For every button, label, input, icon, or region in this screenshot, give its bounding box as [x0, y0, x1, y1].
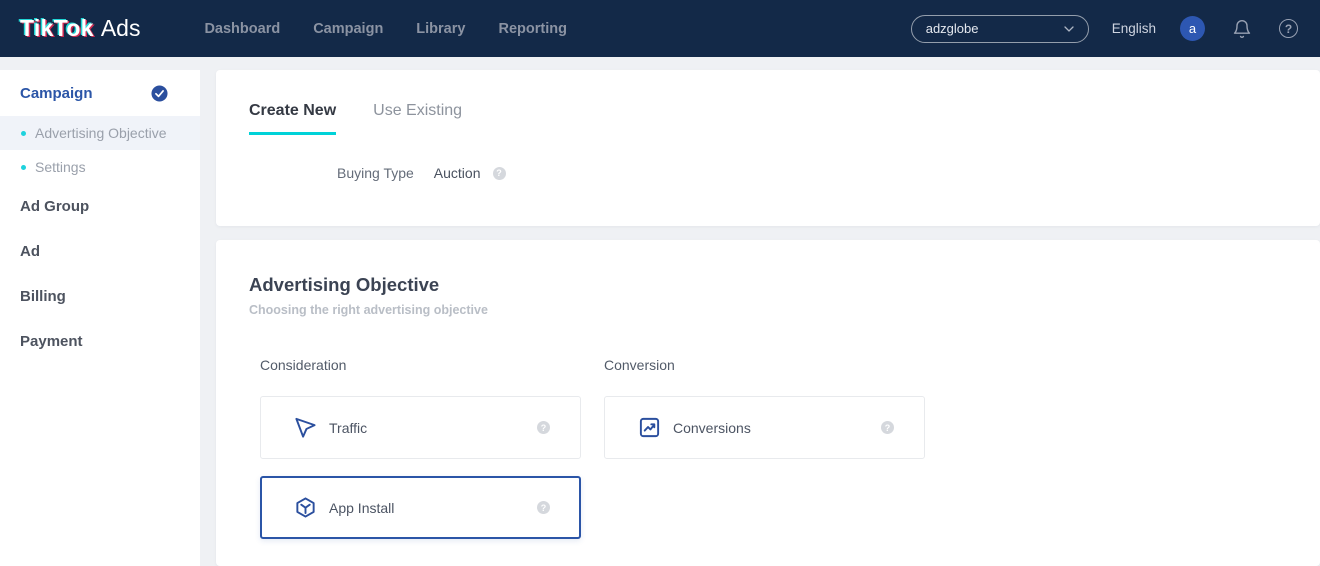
sidebar-item-payment[interactable]: Payment [0, 319, 200, 364]
send-arrow-icon [294, 416, 317, 439]
sidebar-sub-label: Advertising Objective [35, 125, 167, 141]
objective-option-conversions[interactable]: Conversions ? [604, 396, 925, 459]
notifications-bell-icon[interactable] [1232, 19, 1252, 39]
navbar-right: adzglobe English a ? [911, 15, 1298, 43]
option-label: Traffic [329, 420, 367, 436]
sidebar-item-ad-group[interactable]: Ad Group [0, 184, 200, 229]
advertising-objective-card: Advertising Objective Choosing the right… [216, 240, 1320, 566]
primary-nav: Dashboard Campaign Library Reporting [204, 21, 566, 37]
account-select[interactable]: adzglobe [911, 15, 1089, 43]
nav-dashboard[interactable]: Dashboard [204, 21, 280, 37]
objective-option-traffic[interactable]: Traffic ? [260, 396, 581, 459]
nav-campaign[interactable]: Campaign [313, 21, 383, 37]
traffic-help-icon[interactable]: ? [537, 421, 550, 434]
column-label: Consideration [260, 357, 581, 373]
page-subtitle: Choosing the right advertising objective [249, 303, 1320, 317]
buying-type-label: Buying Type [337, 165, 414, 181]
column-conversion: Conversion Conversions ? [604, 357, 925, 539]
sidebar: Campaign Advertising Objective Settings … [0, 70, 200, 566]
logo-primary: TikTok [20, 15, 94, 42]
buying-type-row: Buying Type Auction ? [337, 165, 1320, 181]
top-navbar: TikTok Ads Dashboard Campaign Library Re… [0, 0, 1320, 57]
sidebar-item-ad[interactable]: Ad [0, 229, 200, 274]
cube-icon [294, 496, 317, 519]
buying-type-help-icon[interactable]: ? [493, 167, 506, 180]
avatar[interactable]: a [1180, 16, 1205, 41]
buying-type-value: Auction [434, 165, 481, 181]
tab-create-new[interactable]: Create New [249, 102, 336, 135]
sidebar-item-advertising-objective[interactable]: Advertising Objective [0, 116, 200, 150]
objective-option-app-install[interactable]: App Install ? [260, 476, 581, 539]
tab-use-existing[interactable]: Use Existing [373, 102, 462, 135]
campaign-tabs: Create New Use Existing [249, 102, 1320, 135]
option-label: App Install [329, 500, 394, 516]
column-label: Conversion [604, 357, 925, 373]
app-install-help-icon[interactable]: ? [537, 501, 550, 514]
conversions-help-icon[interactable]: ? [881, 421, 894, 434]
language-selector[interactable]: English [1112, 21, 1156, 36]
check-circle-icon [151, 85, 168, 102]
account-select-value: adzglobe [926, 21, 979, 36]
sidebar-campaign-label: Campaign [20, 85, 93, 102]
campaign-type-card: Create New Use Existing Buying Type Auct… [216, 70, 1320, 226]
nav-library[interactable]: Library [416, 21, 465, 37]
logo-secondary: Ads [101, 15, 141, 42]
option-label: Conversions [673, 420, 751, 436]
sidebar-item-campaign[interactable]: Campaign [0, 70, 200, 116]
page-title: Advertising Objective [249, 274, 1320, 296]
objective-grid: Consideration Traffic ? App Install ? [260, 357, 1320, 539]
main-content: Create New Use Existing Buying Type Auct… [216, 70, 1320, 566]
bullet-icon [21, 165, 26, 170]
sidebar-item-settings[interactable]: Settings [0, 150, 200, 184]
sidebar-item-billing[interactable]: Billing [0, 274, 200, 319]
nav-reporting[interactable]: Reporting [498, 21, 566, 37]
help-icon[interactable]: ? [1279, 19, 1298, 38]
sidebar-sub-label: Settings [35, 159, 86, 175]
chevron-down-icon [1064, 26, 1074, 32]
trend-chart-icon [638, 416, 661, 439]
bullet-icon [21, 131, 26, 136]
tiktok-ads-logo[interactable]: TikTok Ads [20, 15, 140, 42]
column-consideration: Consideration Traffic ? App Install ? [260, 357, 581, 539]
help-glyph: ? [1279, 19, 1298, 38]
